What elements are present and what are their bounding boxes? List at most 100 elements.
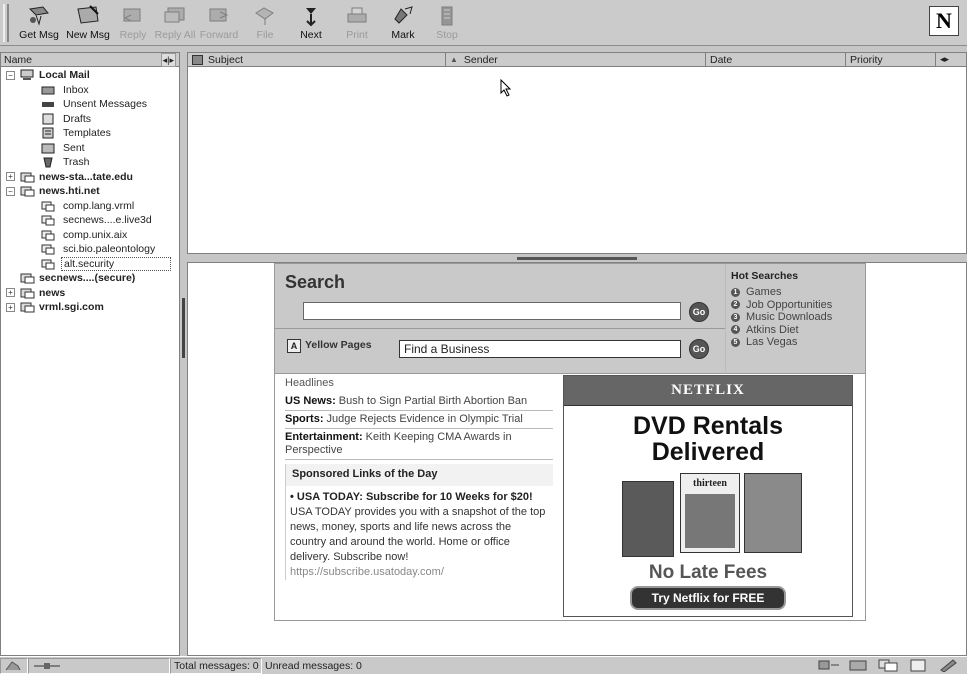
headline-item[interactable]: US News: Bush to Sign Partial Birth Abor… (285, 393, 553, 411)
server-secnews-secure[interactable]: secnews....(secure) (1, 271, 179, 286)
server-news-hti-net[interactable]: − news.hti.net (1, 184, 179, 199)
toolbar-grip[interactable] (3, 4, 9, 42)
dvd-poster-left-image (622, 481, 674, 557)
mark-button[interactable]: Mark (380, 0, 426, 46)
headlines-section: Headlines US News: Bush to Sign Partial … (285, 375, 553, 580)
collapse-toggle[interactable]: − (6, 186, 15, 196)
hot-search-item[interactable]: 2 Job Opportunities (731, 299, 865, 312)
folder-column-header[interactable]: Name ◂|▸ (1, 53, 179, 67)
forward-icon (206, 4, 232, 28)
unsent-icon (40, 98, 56, 110)
folder-unsent-messages[interactable]: Unsent Messages (1, 97, 179, 112)
newsgroup-icon (40, 229, 56, 241)
server-vrml-sgi-com[interactable]: + vrml.sgi.com (1, 300, 179, 315)
message-list[interactable]: Subject ▲ Sender Date Priority ◂▸ (187, 52, 967, 254)
file-button[interactable]: File (242, 0, 288, 46)
mail-icon[interactable] (847, 658, 871, 672)
headlines-title: Headlines (285, 377, 334, 389)
print-button[interactable]: Print (334, 0, 380, 46)
find-business-input[interactable]: Find a Business (399, 340, 681, 358)
netscape-logo[interactable]: N (929, 6, 959, 36)
sponsored-body: USA TODAY provides you with a snapshot o… (290, 506, 546, 563)
newsgroup-secnews-live3d[interactable]: secnews....e.live3d (1, 213, 179, 228)
news-server-icon (19, 301, 35, 313)
forward-button[interactable]: Forward (196, 0, 242, 46)
inbox-icon (40, 84, 56, 96)
dvd-posters: thirteen (564, 469, 852, 561)
drafts-icon (40, 113, 56, 125)
splitter-grip[interactable] (182, 298, 185, 358)
new-msg-button[interactable]: New Msg (64, 0, 112, 46)
security-icon[interactable] (0, 657, 28, 674)
news-server-icon (19, 287, 35, 299)
reply-all-icon (162, 4, 188, 28)
server-news[interactable]: + news (1, 286, 179, 301)
component-bar (817, 658, 961, 672)
try-netflix-button[interactable]: Try Netflix for FREE (630, 586, 786, 610)
splitter-grip[interactable] (517, 257, 637, 260)
hot-searches-title: Hot Searches (731, 270, 799, 282)
newsgroup-comp-lang-vrml[interactable]: comp.lang.vrml (1, 199, 179, 214)
folder-trash[interactable]: Trash (1, 155, 179, 170)
yellow-pages-go-button[interactable]: Go (689, 339, 709, 359)
print-icon (344, 4, 370, 28)
search-go-button[interactable]: Go (689, 302, 709, 322)
horizontal-splitter[interactable] (187, 254, 967, 262)
sponsored-url[interactable]: https://subscribe.usatoday.com/ (290, 565, 549, 580)
sponsored-item[interactable]: • USA TODAY: Subscribe for 10 Weeks for … (286, 486, 553, 580)
subject-column-header[interactable]: Subject (188, 53, 446, 66)
priority-column-header[interactable]: Priority (846, 53, 936, 66)
hot-search-item[interactable]: 3 Music Downloads (731, 311, 865, 324)
search-input[interactable] (303, 302, 681, 320)
composer-icon[interactable] (937, 658, 961, 672)
expand-toggle[interactable]: + (6, 288, 15, 298)
computer-icon (19, 69, 35, 81)
date-column-header[interactable]: Date (706, 53, 846, 66)
navigator-icon[interactable] (817, 658, 841, 672)
get-msg-button[interactable]: Get Msg (14, 0, 64, 46)
headline-item[interactable]: Entertainment: Keith Keeping CMA Awards … (285, 429, 553, 460)
yellow-pages-row: A Yellow Pages Find a Business Go (275, 328, 725, 374)
expand-toggle[interactable]: + (6, 172, 15, 182)
folder-local-mail[interactable]: − Local Mail (1, 68, 179, 83)
hot-search-item[interactable]: 4 Atkins Diet (731, 324, 865, 337)
folder-templates[interactable]: Templates (1, 126, 179, 141)
headline-item[interactable]: Sports: Judge Rejects Evidence in Olympi… (285, 411, 553, 429)
reply-all-button[interactable]: Reply All (154, 0, 196, 46)
address-book-icon[interactable] (907, 658, 931, 672)
newsgroup-comp-unix-aix[interactable]: comp.unix.aix (1, 228, 179, 243)
folder-header-arrows[interactable]: ◂|▸ (160, 53, 176, 67)
column-scroll-arrows[interactable]: ◂▸ (936, 53, 966, 66)
news-server-icon (19, 272, 35, 284)
search-section: Search Go A Yellow Pages Find a Business… (275, 264, 725, 374)
thread-icon[interactable] (192, 54, 203, 65)
sender-column-header[interactable]: ▲ Sender (446, 53, 706, 66)
stop-button[interactable]: Stop (426, 0, 468, 46)
hot-search-item[interactable]: 5 Las Vegas (731, 336, 865, 349)
sent-icon (40, 142, 56, 154)
folder-drafts[interactable]: Drafts (1, 112, 179, 127)
hot-search-item[interactable]: 1 Games (731, 286, 865, 299)
message-list-header: Subject ▲ Sender Date Priority ◂▸ (188, 53, 966, 67)
folder-inbox[interactable]: Inbox (1, 83, 179, 98)
newsgroup-icon (40, 200, 56, 212)
server-news-state-edu[interactable]: + news-sta...tate.edu (1, 170, 179, 185)
news-server-icon (19, 185, 35, 197)
folder-tree: − Local Mail Inbox Unsent Messages Draft… (1, 67, 179, 315)
folder-sent[interactable]: Sent (1, 141, 179, 156)
newsgroup-alt-security[interactable]: alt.security (1, 256, 179, 272)
collapse-toggle[interactable]: − (6, 70, 15, 80)
next-button[interactable]: Next (288, 0, 334, 46)
netflix-logo: NETFLIX (564, 376, 852, 406)
templates-icon (40, 127, 56, 139)
mail-client-window: Get Msg New Msg Reply Reply All Forward … (0, 0, 967, 674)
netflix-ad[interactable]: NETFLIX DVD Rentals Delivered thirteen N… (563, 375, 853, 617)
search-title: Search (285, 272, 346, 292)
reply-button[interactable]: Reply (112, 0, 154, 46)
expand-toggle[interactable]: + (6, 302, 15, 312)
newsgroups-icon[interactable] (877, 658, 901, 672)
newsgroup-sci-bio-paleontology[interactable]: sci.bio.paleontology (1, 242, 179, 257)
sponsored-headline[interactable]: • USA TODAY: Subscribe for 10 Weeks for … (290, 490, 549, 505)
newsgroup-icon (40, 243, 56, 255)
sponsored-links: Sponsored Links of the Day • USA TODAY: … (285, 464, 553, 580)
